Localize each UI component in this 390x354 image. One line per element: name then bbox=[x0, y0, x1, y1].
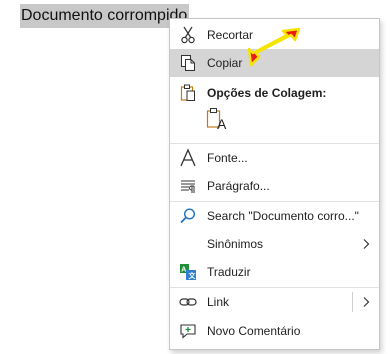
menu-item-font[interactable]: Fonte... bbox=[170, 144, 379, 172]
svg-text:A: A bbox=[181, 267, 186, 274]
menu-item-synonyms[interactable]: Sinônimos bbox=[170, 230, 379, 258]
menu-item-translate-label: Traduzir bbox=[207, 265, 251, 279]
menu-item-new-comment[interactable]: Novo Comentário bbox=[170, 317, 379, 345]
translate-icon: A 文 bbox=[178, 262, 198, 282]
arrow-pointer bbox=[247, 27, 301, 67]
clipboard-icon bbox=[178, 83, 198, 103]
menu-item-synonyms-label: Sinônimos bbox=[207, 237, 264, 251]
menu-item-new-comment-label: Novo Comentário bbox=[207, 324, 301, 338]
svg-text:文: 文 bbox=[189, 271, 197, 280]
copy-icon bbox=[178, 53, 198, 73]
paste-keep-text-button[interactable]: A bbox=[204, 106, 230, 136]
menu-item-translate[interactable]: A 文 Traduzir bbox=[170, 258, 379, 286]
font-icon bbox=[178, 148, 198, 168]
svg-text:A: A bbox=[217, 116, 227, 131]
comment-icon bbox=[178, 321, 198, 341]
link-icon bbox=[178, 292, 198, 312]
menu-item-link-label: Link bbox=[207, 295, 230, 309]
menu-item-paste-options: Opções de Colagem: bbox=[170, 79, 379, 107]
menu-item-font-label: Fonte... bbox=[207, 151, 248, 165]
selected-document-text[interactable]: Documento corrompido bbox=[20, 4, 190, 28]
menu-item-search[interactable]: Search "Documento corro..." bbox=[170, 202, 379, 230]
search-icon bbox=[178, 206, 198, 226]
scissors-icon bbox=[178, 25, 198, 45]
menu-item-link[interactable]: Link bbox=[170, 288, 379, 316]
menu-item-paragraph[interactable]: Parágrafo... bbox=[170, 172, 379, 200]
chevron-right-icon bbox=[360, 238, 372, 250]
menu-item-paragraph-label: Parágrafo... bbox=[207, 179, 270, 193]
paragraph-icon bbox=[178, 176, 198, 196]
submenu-divider bbox=[352, 292, 353, 312]
paste-keep-text-icon: A bbox=[206, 107, 228, 136]
menu-item-copy-label: Copiar bbox=[207, 56, 243, 70]
chevron-right-icon[interactable] bbox=[360, 296, 372, 308]
menu-item-search-label: Search "Documento corro..." bbox=[207, 209, 359, 223]
menu-item-paste-options-label: Opções de Colagem: bbox=[207, 86, 327, 100]
